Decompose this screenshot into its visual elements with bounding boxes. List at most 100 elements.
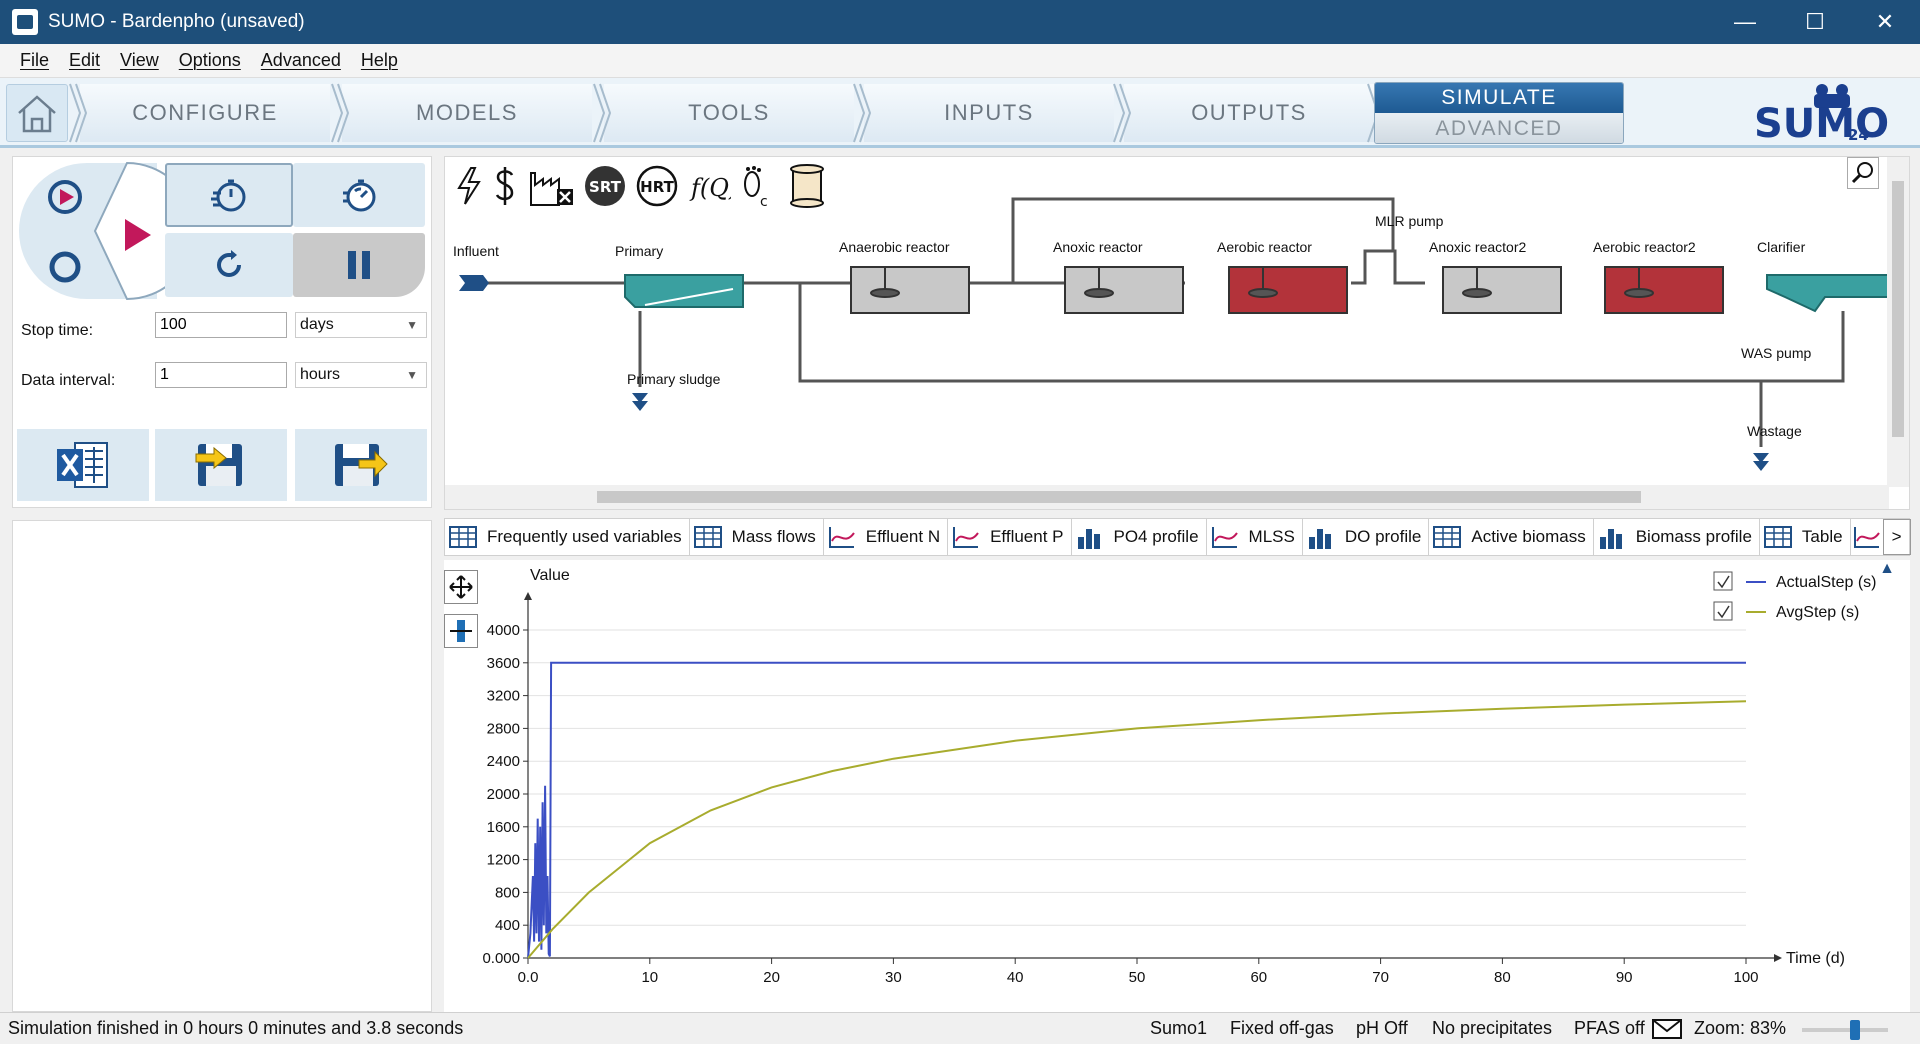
y-tick-label: 400 (495, 917, 520, 934)
tab-biomass-profile[interactable]: Biomass profile (1594, 519, 1760, 555)
tab-table[interactable]: Table (1760, 519, 1851, 555)
save-load-icon (195, 444, 242, 486)
unit-primary-sludge[interactable]: Primary sludge (627, 371, 720, 387)
step-forward-button[interactable] (293, 163, 425, 227)
tab-partial[interactable] (1851, 519, 1883, 555)
flowsheet-panel: SRT HRT f(Q) c (444, 156, 1910, 510)
simulation-control-panel: Stop time: days▼ Data interval: hours▼ (12, 156, 432, 508)
flowsheet-horizontal-scrollbar[interactable] (445, 485, 1889, 509)
mail-icon[interactable] (1652, 1019, 1682, 1039)
status-precipitates[interactable]: No precipitates (1432, 1018, 1552, 1039)
table-icon (449, 526, 477, 548)
unit-mlr-pump[interactable]: MLR pump (1375, 213, 1443, 229)
stopwatch-step-icon (343, 179, 376, 212)
more-tabs-button[interactable]: > (1882, 519, 1911, 555)
x-tick-label: 100 (1733, 969, 1758, 986)
stop-time-input[interactable] (155, 312, 287, 338)
run-button[interactable] (113, 207, 163, 263)
unit-aerobic-reactor[interactable]: Aerobic reactor (1217, 239, 1312, 255)
x-axis-title: Time (d) (1786, 950, 1845, 967)
stop-time-unit-select[interactable]: days ▼ (295, 312, 427, 338)
unit-anaerobic-reactor[interactable]: Anaerobic reactor (839, 239, 950, 255)
line-chart-icon (953, 527, 979, 548)
status-ph[interactable]: pH Off (1356, 1018, 1408, 1039)
menu-bar: File Edit View Options Advanced Help (0, 44, 1920, 78)
tab-effluent-p[interactable]: Effluent P (948, 519, 1072, 555)
tab-frequently-used-variables[interactable]: Frequently used variables (445, 519, 690, 555)
collapse-legend-button[interactable]: ▲ (1876, 560, 1898, 582)
unit-primary[interactable]: Primary (615, 243, 663, 259)
x-tick-label: 0.0 (518, 969, 539, 986)
y-tick-label: 2800 (487, 720, 520, 737)
tab-simulate[interactable]: SIMULATE (1375, 83, 1623, 113)
menu-edit[interactable]: Edit (69, 50, 100, 71)
line-chart-icon (1211, 527, 1238, 548)
x-tick-label: 90 (1616, 969, 1633, 986)
ribbon-chevrons (69, 83, 1380, 143)
reset-icon (217, 250, 241, 277)
menu-advanced[interactable]: Advanced (261, 50, 341, 71)
reset-button[interactable] (165, 233, 293, 297)
series-line-1 (527, 700, 1747, 959)
chevron-down-icon: ▼ (406, 318, 418, 332)
bar-chart-icon (1599, 529, 1622, 549)
unit-was-pump[interactable]: WAS pump (1741, 345, 1811, 361)
table-icon (1433, 526, 1462, 548)
menu-view[interactable]: View (120, 50, 159, 71)
tab-do-profile[interactable]: DO profile (1303, 519, 1430, 555)
data-interval-input[interactable] (155, 362, 287, 388)
data-interval-unit-select[interactable]: hours ▼ (295, 362, 427, 388)
y-tick-label: 0.000 (482, 950, 520, 967)
line-chart[interactable]: 0.000 400 800 1200 1600 2000 2400 2800 3200 3600 4… (444, 560, 1910, 1012)
minimize-button[interactable]: — (1710, 0, 1780, 44)
maximize-button[interactable]: ☐ (1780, 0, 1850, 44)
stop-button[interactable] (45, 247, 85, 287)
status-pfas[interactable]: PFAS off (1574, 1018, 1645, 1039)
unit-anoxic-reactor2[interactable]: Anoxic reactor2 (1429, 239, 1526, 255)
left-empty-panel (12, 520, 432, 1012)
chart-tab-strip: Frequently used variables Mass flows Eff… (444, 518, 1911, 556)
export-excel-button[interactable] (17, 429, 149, 501)
load-state-button[interactable] (155, 429, 287, 501)
app-icon (12, 9, 38, 35)
tab-effluent-n[interactable]: Effluent N (824, 519, 949, 555)
unit-wastage[interactable]: Wastage (1747, 423, 1802, 439)
save-state-button[interactable] (295, 429, 427, 501)
table-icon (693, 526, 722, 548)
tab-mass-flows[interactable]: Mass flows (690, 519, 824, 555)
pause-button[interactable] (293, 233, 425, 297)
tab-mlss[interactable]: MLSS (1207, 519, 1303, 555)
tab-po4-profile[interactable]: PO4 profile (1072, 519, 1207, 555)
y-tick-label: 800 (495, 884, 520, 901)
y-tick-label: 3600 (487, 655, 520, 672)
legend-label: ActualStep (s) (1776, 574, 1876, 591)
start-dynamic-button[interactable] (45, 177, 85, 217)
unit-anoxic-reactor[interactable]: Anoxic reactor (1053, 239, 1142, 255)
unit-clarifier[interactable]: Clarifier (1757, 239, 1805, 255)
play-circle-icon (48, 180, 82, 214)
status-zoom: Zoom: 83% (1694, 1018, 1787, 1038)
zoom-slider-thumb[interactable] (1850, 1020, 1860, 1040)
stop-circle-icon (49, 251, 81, 283)
steady-state-button[interactable] (165, 163, 293, 227)
status-bar: Simulation finished in 0 hours 0 minutes… (0, 1012, 1920, 1044)
process-diagram (459, 197, 1889, 471)
status-model[interactable]: Sumo1 (1150, 1018, 1207, 1039)
status-offgas[interactable]: Fixed off-gas (1230, 1018, 1334, 1039)
stop-time-label: Stop time: (21, 322, 94, 339)
menu-options[interactable]: Options (179, 50, 241, 71)
tab-active-biomass[interactable]: Active biomass (1429, 519, 1594, 555)
unit-influent[interactable]: Influent (453, 243, 499, 259)
x-tick-label: 60 (1250, 969, 1267, 986)
menu-help[interactable]: Help (361, 50, 398, 71)
y-tick-label: 3200 (487, 688, 520, 705)
close-button[interactable]: ✕ (1850, 0, 1920, 44)
y-axis-title: Value (530, 567, 570, 584)
zoom-slider[interactable] (1802, 1020, 1888, 1040)
flowsheet-vertical-scrollbar[interactable] (1887, 157, 1909, 487)
ribbon: CONFIGURE MODELS TOOLS INPUTS OUTPUTS SI… (0, 78, 1920, 148)
menu-file[interactable]: File (20, 50, 49, 71)
tab-advanced[interactable]: ADVANCED (1375, 113, 1623, 143)
unit-aerobic-reactor2[interactable]: Aerobic reactor2 (1593, 239, 1696, 255)
y-tick-label: 1200 (487, 852, 520, 869)
